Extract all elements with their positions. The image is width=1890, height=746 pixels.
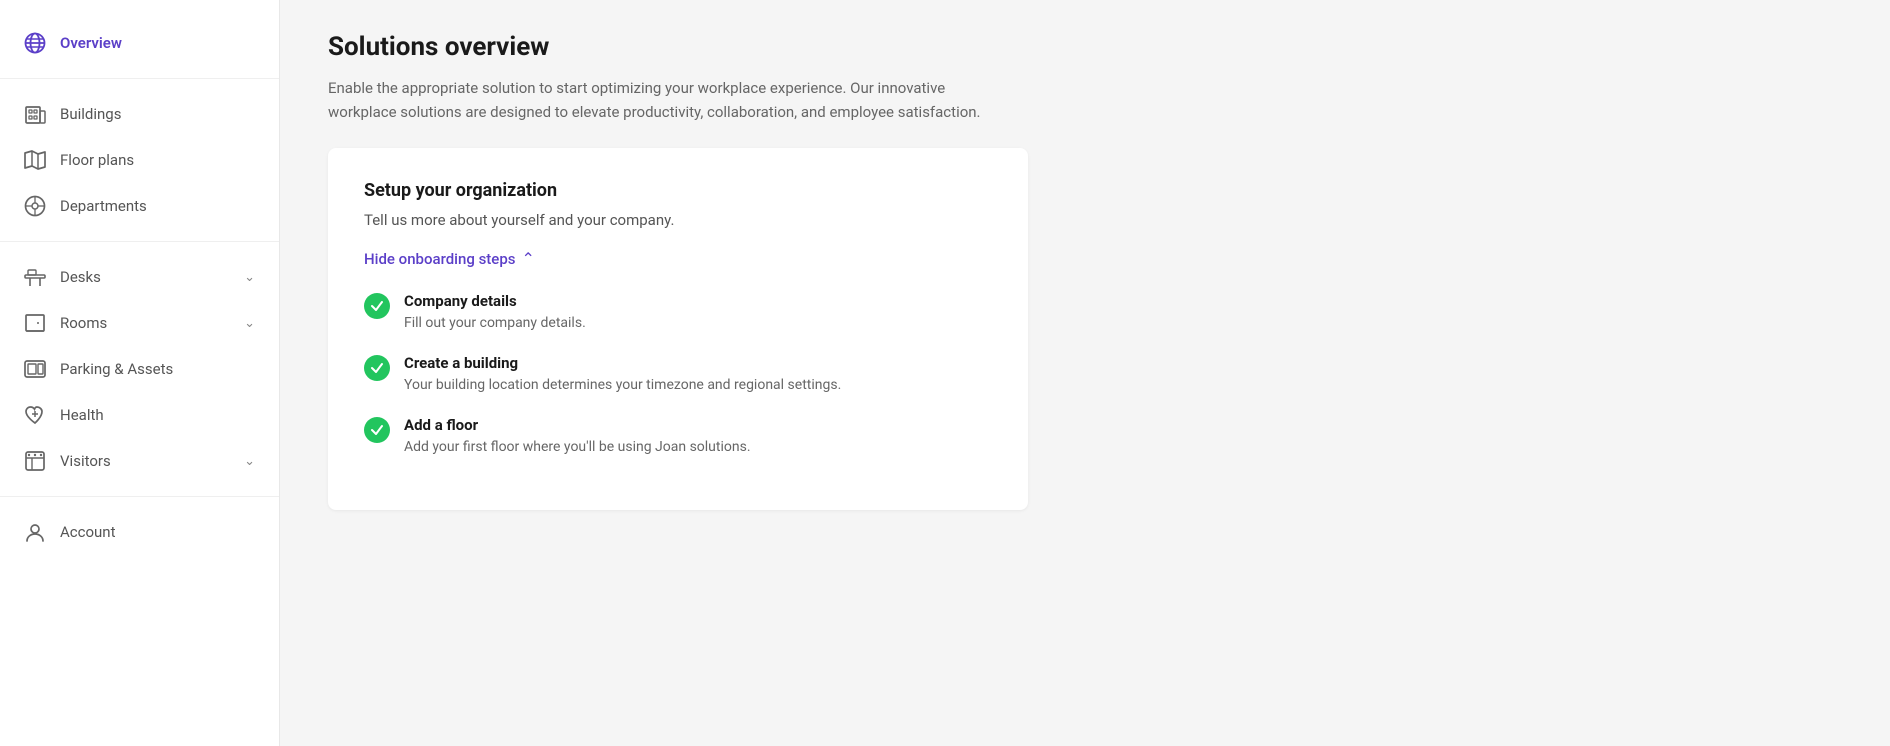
desks-icon: [24, 266, 46, 288]
desks-chevron-icon: ⌄: [244, 270, 255, 285]
step-title-floor: Add a floor: [404, 416, 751, 434]
sidebar-item-account[interactable]: Account: [0, 509, 279, 555]
onboarding-card: Setup your organization Tell us more abo…: [328, 148, 1028, 510]
sidebar-divider-1: [0, 78, 279, 79]
card-subtitle: Tell us more about yourself and your com…: [364, 211, 992, 229]
sidebar-label-visitors: Visitors: [60, 452, 111, 470]
health-icon: [24, 404, 46, 426]
sidebar-item-visitors[interactable]: Visitors ⌄: [0, 438, 279, 484]
sidebar-label-health: Health: [60, 406, 104, 424]
sidebar-label-parking-assets: Parking & Assets: [60, 360, 173, 378]
sidebar-item-floor-plans[interactable]: Floor plans: [0, 137, 279, 183]
visitors-chevron-icon: ⌄: [244, 454, 255, 469]
step-check-floor: [364, 417, 390, 443]
sidebar-item-desks[interactable]: Desks ⌄: [0, 254, 279, 300]
step-company-details: Company details Fill out your company de…: [364, 292, 992, 334]
step-title-company: Company details: [404, 292, 586, 310]
map-icon: [24, 149, 46, 171]
hide-onboarding-label: Hide onboarding steps: [364, 250, 516, 268]
sidebar: Overview Buildings Floor plans: [0, 0, 280, 746]
sidebar-item-parking-assets[interactable]: Parking & Assets: [0, 346, 279, 392]
step-content-company: Company details Fill out your company de…: [404, 292, 586, 334]
main-content: Solutions overview Enable the appropriat…: [280, 0, 1890, 746]
page-title: Solutions overview: [328, 32, 1842, 62]
step-desc-company: Fill out your company details.: [404, 313, 586, 334]
step-content-building: Create a building Your building location…: [404, 354, 841, 396]
buildings-icon: [24, 103, 46, 125]
card-title: Setup your organization: [364, 180, 992, 201]
sidebar-item-health[interactable]: Health: [0, 392, 279, 438]
visitors-icon: [24, 450, 46, 472]
rooms-chevron-icon: ⌄: [244, 316, 255, 331]
sidebar-label-rooms: Rooms: [60, 314, 107, 332]
departments-icon: [24, 195, 46, 217]
step-title-building: Create a building: [404, 354, 841, 372]
sidebar-item-rooms[interactable]: Rooms ⌄: [0, 300, 279, 346]
sidebar-label-departments: Departments: [60, 197, 147, 215]
sidebar-label-account: Account: [60, 523, 116, 541]
account-icon: [24, 521, 46, 543]
step-desc-building: Your building location determines your t…: [404, 375, 841, 396]
step-add-floor: Add a floor Add your first floor where y…: [364, 416, 992, 458]
sidebar-divider-2: [0, 241, 279, 242]
sidebar-label-buildings: Buildings: [60, 105, 121, 123]
step-content-floor: Add a floor Add your first floor where y…: [404, 416, 751, 458]
sidebar-divider-3: [0, 496, 279, 497]
sidebar-item-overview[interactable]: Overview: [0, 20, 279, 66]
sidebar-label-floor-plans: Floor plans: [60, 151, 134, 169]
globe-icon: [24, 32, 46, 54]
sidebar-item-departments[interactable]: Departments: [0, 183, 279, 229]
sidebar-item-buildings[interactable]: Buildings: [0, 91, 279, 137]
step-check-building: [364, 355, 390, 381]
rooms-icon: [24, 312, 46, 334]
sidebar-label-desks: Desks: [60, 268, 101, 286]
chevron-up-icon: ⌃: [522, 249, 535, 268]
step-check-company: [364, 293, 390, 319]
sidebar-label-overview: Overview: [60, 34, 122, 52]
step-desc-floor: Add your first floor where you'll be usi…: [404, 437, 751, 458]
step-create-building: Create a building Your building location…: [364, 354, 992, 396]
page-description: Enable the appropriate solution to start…: [328, 76, 1008, 124]
parking-icon: [24, 358, 46, 380]
hide-onboarding-button[interactable]: Hide onboarding steps ⌃: [364, 249, 992, 268]
